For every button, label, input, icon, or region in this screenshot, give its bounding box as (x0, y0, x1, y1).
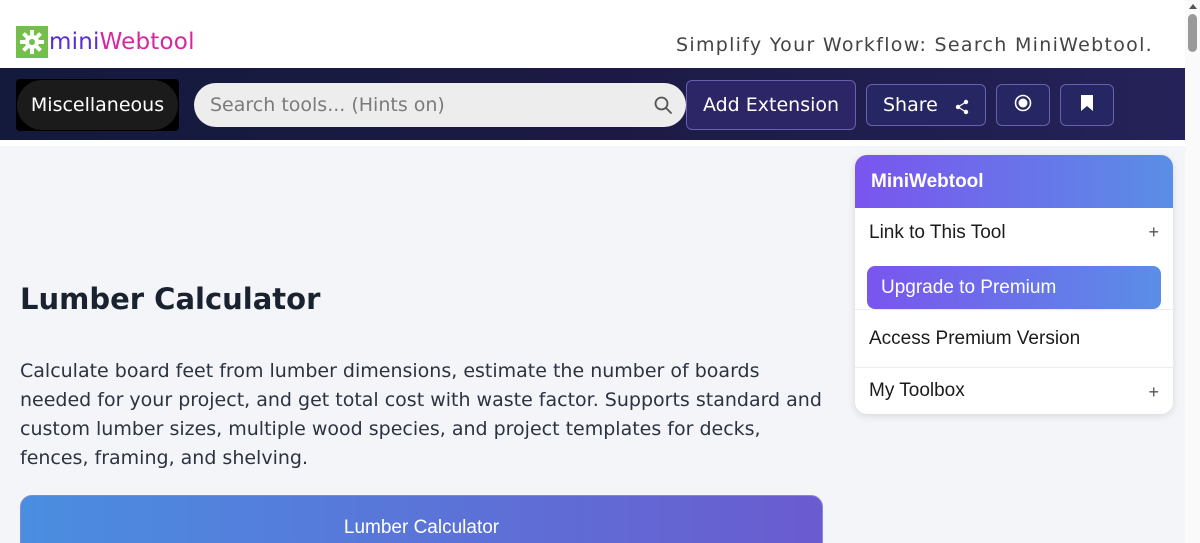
upgrade-premium-button[interactable]: Upgrade to Premium (867, 266, 1161, 309)
gear-logo-icon (16, 26, 48, 58)
calculator-card: Lumber Calculator (20, 495, 823, 543)
sidebar-item-label: My Toolbox (869, 380, 965, 401)
search-icon[interactable] (654, 96, 672, 114)
scroll-thumb[interactable] (1188, 14, 1197, 52)
plus-icon[interactable]: + (1148, 382, 1159, 403)
page-scrollbar[interactable] (1185, 0, 1200, 543)
record-button[interactable] (996, 84, 1050, 126)
logo-text-mini: mini (49, 29, 100, 55)
search-box (194, 83, 686, 127)
site-header: miniWebtool Simplify Your Workflow: Sear… (0, 0, 1185, 68)
navigation-bar: Miscellaneous Add Extension Share (0, 68, 1185, 140)
sidebar-panel: MiniWebtool Link to This Tool + Upgrade … (855, 155, 1173, 414)
bookmark-button[interactable] (1060, 84, 1114, 126)
tagline: Simplify Your Workflow: Search MiniWebto… (676, 34, 1153, 56)
add-extension-button[interactable]: Add Extension (686, 80, 856, 130)
share-button[interactable]: Share (866, 84, 986, 126)
bookmark-icon (1080, 94, 1094, 117)
sidebar-item-link-to-tool[interactable]: Link to This Tool + (855, 208, 1173, 258)
sidebar-item-label: Link to This Tool (869, 222, 1006, 243)
content-top-strip (0, 140, 1185, 146)
logo-text-webtool: Webtool (99, 29, 195, 55)
sidebar-title: MiniWebtool (855, 155, 1173, 208)
page-title: Lumber Calculator (20, 282, 321, 316)
sidebar-item-label: Access Premium Version (869, 327, 1081, 349)
share-icon (955, 98, 969, 120)
site-logo[interactable]: miniWebtool (16, 26, 195, 58)
category-label: Miscellaneous (17, 80, 178, 130)
scroll-up-arrow-icon[interactable] (1189, 4, 1197, 9)
sidebar-item-premium-version[interactable]: Access Premium Version (855, 309, 1173, 367)
category-button[interactable]: Miscellaneous (16, 79, 179, 131)
sidebar-item-my-toolbox[interactable]: My Toolbox + (855, 367, 1173, 414)
share-label: Share (883, 94, 938, 116)
logo-text: miniWebtool (49, 29, 195, 55)
record-icon (1014, 94, 1032, 117)
search-input[interactable] (210, 94, 640, 116)
tool-description: Calculate board feet from lumber dimensi… (20, 360, 822, 469)
calculator-card-title: Lumber Calculator (343, 517, 500, 538)
plus-icon[interactable]: + (1148, 222, 1159, 243)
